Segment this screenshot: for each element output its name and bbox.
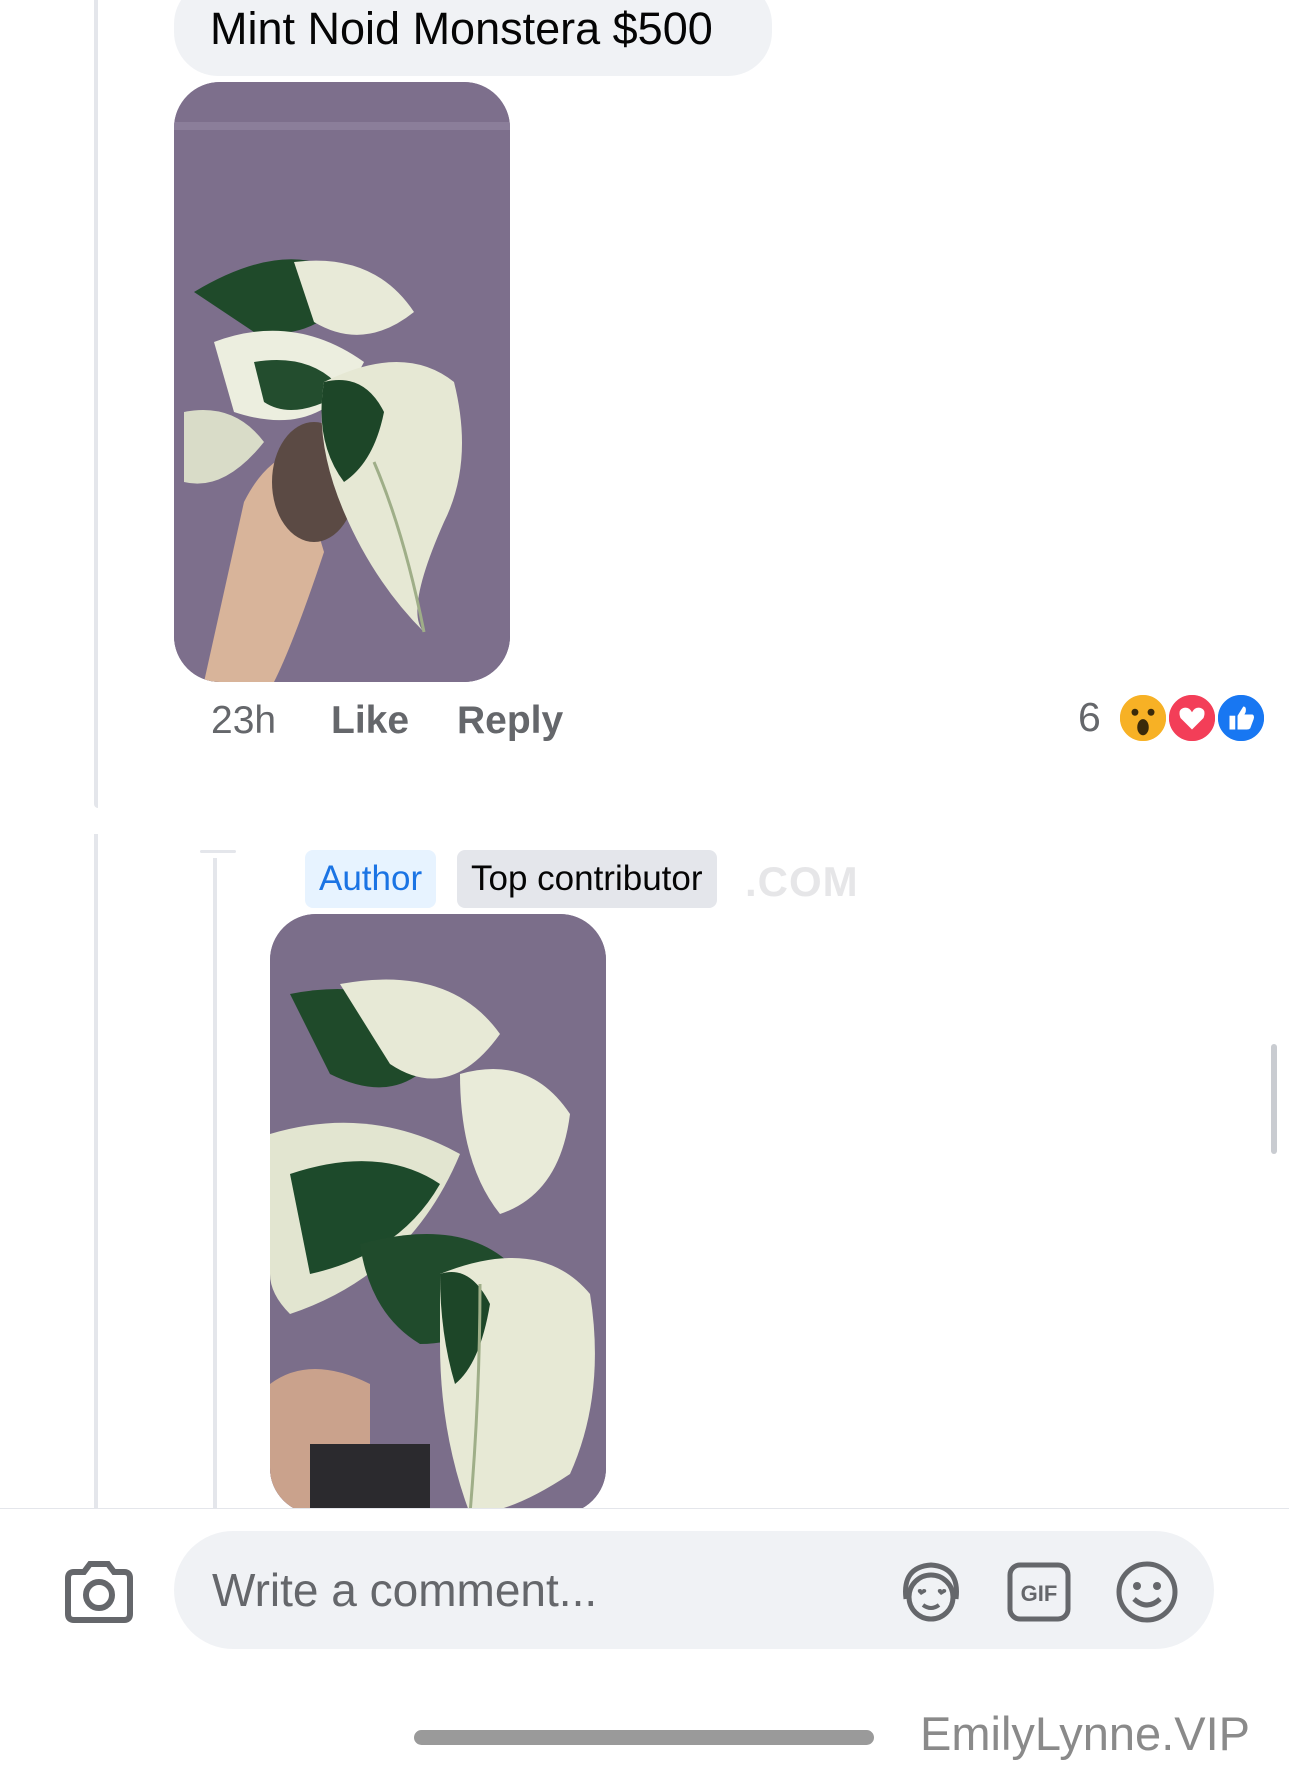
thread-line-main-lower [94, 834, 98, 1508]
reply-avatar-curve [200, 850, 236, 853]
monstera-plant-image-2 [270, 914, 606, 1514]
faint-watermark: .COM [745, 858, 859, 905]
like-reaction-icon[interactable] [1215, 692, 1267, 744]
comment-time: 23h [211, 699, 277, 742]
comment-photo[interactable] [174, 82, 510, 682]
reply-photo[interactable] [270, 914, 606, 1514]
thread-line-reply [213, 858, 217, 1508]
comment-bubble[interactable]: Mint Noid Monstera $500 [174, 0, 772, 76]
comment-text: Mint Noid Monstera $500 [210, 3, 713, 54]
like-button[interactable]: Like [331, 698, 409, 744]
reply-button[interactable]: Reply [457, 698, 563, 744]
monstera-plant-image [174, 82, 510, 682]
top-contributor-badge: Top contributor [457, 850, 717, 908]
reaction-count[interactable]: 6 [1078, 694, 1101, 740]
comment-input[interactable] [212, 1531, 872, 1649]
svg-text:GIF: GIF [1021, 1581, 1058, 1606]
gif-icon[interactable]: GIF [1004, 1557, 1074, 1627]
avatar-sticker-icon[interactable] [896, 1557, 966, 1627]
love-reaction-icon[interactable] [1166, 692, 1218, 744]
camera-icon[interactable] [62, 1560, 136, 1624]
home-indicator[interactable] [414, 1730, 874, 1745]
author-badge: Author [305, 850, 437, 908]
emoji-icon[interactable] [1112, 1557, 1182, 1627]
comment-box[interactable]: GIF [174, 1531, 1214, 1649]
site-watermark: EmilyLynne.VIP [920, 1707, 1251, 1760]
scrollbar[interactable] [1271, 1044, 1277, 1154]
wow-reaction-icon[interactable] [1117, 692, 1169, 744]
thread-line-main [94, 0, 98, 808]
